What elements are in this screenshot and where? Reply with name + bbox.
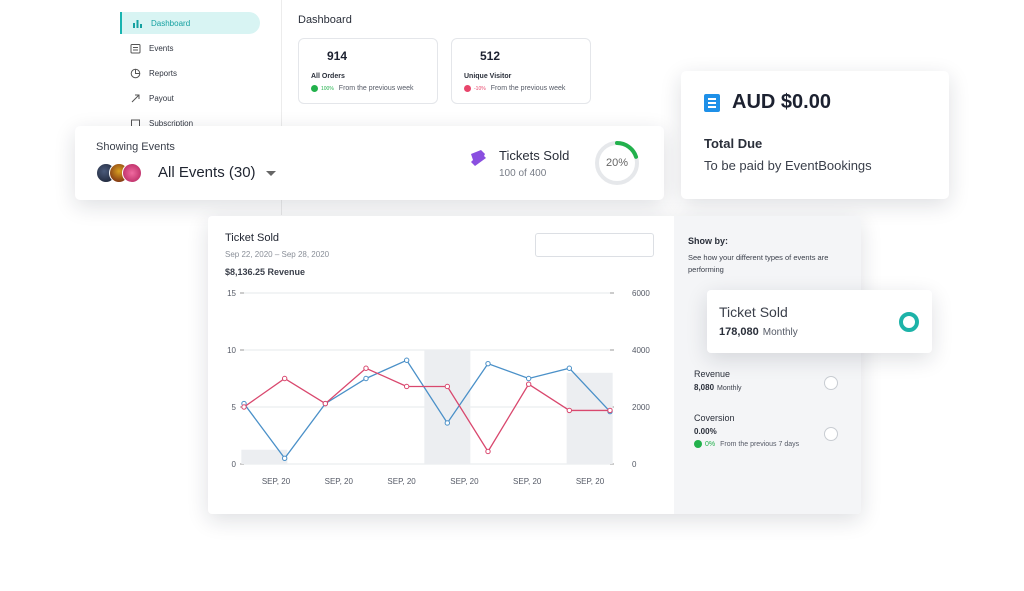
document-icon — [704, 94, 720, 112]
conversion-change: 0% From the previous 7 days — [694, 440, 799, 448]
event-select[interactable]: All Events (30) — [158, 164, 256, 181]
ticket-icon — [468, 148, 488, 168]
option-name: Revenue — [694, 369, 742, 379]
radio-conversion[interactable] — [824, 427, 838, 441]
x-tick-label: SEP, 20 — [387, 477, 416, 486]
total-due-card: AUD $0.00 Total Due To be paid by EventB… — [681, 71, 949, 199]
radio-revenue[interactable] — [824, 376, 838, 390]
series-point — [404, 358, 408, 362]
stat-card-visitors: 512 Unique Visitor -10% From the previou… — [451, 38, 591, 104]
calendar-icon — [130, 43, 141, 54]
stat-change: -10% From the previous week — [464, 85, 565, 92]
x-tick-label: SEP, 20 — [325, 477, 354, 486]
radio-ticket-sold-selected[interactable] — [899, 312, 919, 332]
option-ticket-sold[interactable]: Ticket Sold 178,080Monthly — [707, 290, 932, 353]
series-point — [445, 384, 449, 388]
avatar — [122, 163, 142, 183]
y-left-tick-label: 5 — [232, 403, 237, 412]
page-title: Dashboard — [298, 14, 352, 26]
ticket-chart-card: Ticket Sold Sep 22, 2020 – Sep 28, 2020 … — [208, 216, 861, 514]
stat-change-text: From the previous week — [339, 85, 414, 92]
total-due-label: Total Due — [704, 136, 762, 151]
show-by-title: Show by: — [688, 236, 728, 246]
y-right-tick-label: 0 — [632, 460, 637, 469]
x-tick-label: SEP, 20 — [513, 477, 542, 486]
chart-title: Ticket Sold — [225, 232, 279, 244]
sidebar-item-label: Events — [149, 44, 173, 53]
chevron-down-icon[interactable] — [266, 171, 276, 176]
series-point — [608, 408, 612, 412]
option-name: Coversion — [694, 413, 799, 423]
x-tick-label: SEP, 20 — [576, 477, 605, 486]
series-point — [567, 408, 571, 412]
up-arrow-icon — [311, 85, 318, 92]
y-left-tick-label: 10 — [227, 346, 236, 355]
stat-label: All Orders — [311, 73, 345, 80]
series-point — [242, 405, 246, 409]
show-by-description: See how your different types of events a… — [688, 252, 838, 276]
option-value: 178,080Monthly — [719, 326, 798, 338]
series-point — [445, 421, 449, 425]
sidebar-item-label: Payout — [149, 94, 174, 103]
y-right-tick-label: 2000 — [632, 403, 650, 412]
series-point — [526, 376, 530, 380]
stat-change: 100% From the previous week — [311, 85, 414, 92]
series-point — [567, 366, 571, 370]
show-by-panel: Show by: See how your different types of… — [674, 216, 861, 514]
sidebar-item-events[interactable]: Events — [120, 37, 260, 59]
stat-label: Unique Visitor — [464, 73, 511, 80]
stat-change-pct: 100% — [321, 86, 334, 92]
sidebar-item-label: Dashboard — [151, 19, 190, 28]
y-left-tick-label: 15 — [227, 289, 236, 298]
series-point — [364, 376, 368, 380]
y-right-tick-label: 4000 — [632, 346, 650, 355]
series-point — [364, 366, 368, 370]
line-chart: 0 5 10 15 0 2000 4000 6000 SEP, 20 SEP, 20 SEP, 20… — [208, 276, 674, 496]
pie-chart-icon — [130, 68, 141, 79]
option-name: Ticket Sold — [719, 304, 788, 320]
sidebar-item-payout[interactable]: Payout — [120, 87, 260, 109]
event-avatars — [96, 163, 156, 183]
chart-panel: Ticket Sold Sep 22, 2020 – Sep 28, 2020 … — [208, 216, 674, 514]
x-tick-label: SEP, 20 — [262, 477, 291, 486]
tickets-sold-title: Tickets Sold — [499, 148, 569, 163]
sidebar-item-label: Reports — [149, 69, 177, 78]
y-right-tick-label: 6000 — [632, 289, 650, 298]
option-value: 8,080Monthly — [694, 383, 742, 392]
sidebar-item-reports[interactable]: Reports — [120, 62, 260, 84]
series-point — [526, 382, 530, 386]
bar-chart-icon — [132, 18, 143, 29]
bar — [567, 373, 613, 464]
stat-change-pct: -10% — [474, 86, 486, 92]
y-left-tick-label: 0 — [232, 460, 237, 469]
amount-due: AUD $0.00 — [732, 91, 831, 114]
series-point — [404, 384, 408, 388]
bar — [424, 350, 470, 464]
stat-card-orders: 914 All Orders 100% From the previous we… — [298, 38, 438, 104]
series-point — [282, 456, 286, 460]
stat-value: 512 — [480, 49, 500, 63]
stat-change-text: From the previous week — [491, 85, 566, 92]
tickets-sold-count: 100 of 400 — [499, 168, 546, 179]
up-arrow-icon — [694, 440, 702, 448]
down-arrow-icon — [464, 85, 471, 92]
stat-value: 914 — [327, 49, 347, 63]
payout-icon — [130, 93, 141, 104]
series-point — [282, 376, 286, 380]
x-tick-label: SEP, 20 — [450, 477, 479, 486]
progress-percent: 20% — [593, 139, 641, 187]
series-point — [323, 401, 327, 405]
series-point — [486, 361, 490, 365]
option-value: 0.00% — [694, 427, 799, 436]
paid-by-text: To be paid by EventBookings — [704, 158, 872, 173]
chart-date-range: Sep 22, 2020 – Sep 28, 2020 — [225, 250, 329, 259]
option-conversion[interactable]: Coversion 0.00% 0% From the previous 7 d… — [694, 413, 799, 448]
chart-filter-input[interactable] — [535, 233, 654, 257]
sidebar-item-dashboard[interactable]: Dashboard — [120, 12, 260, 34]
option-revenue[interactable]: Revenue 8,080Monthly — [694, 369, 742, 392]
events-card: Showing Events All Events (30) Tickets S… — [75, 126, 664, 200]
events-label: Showing Events — [96, 141, 175, 153]
series-point — [486, 449, 490, 453]
